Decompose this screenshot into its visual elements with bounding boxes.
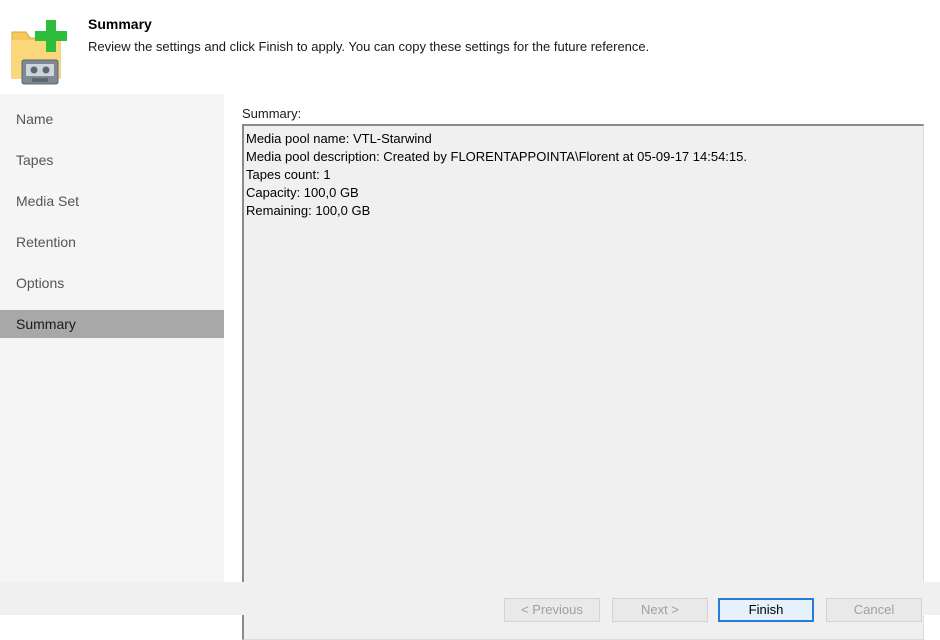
summary-line-tapes-count: Tapes count: 1 — [246, 167, 331, 182]
summary-textbox[interactable]: Media pool name: VTL-Starwind Media pool… — [242, 124, 924, 640]
cancel-button[interactable]: Cancel — [826, 598, 922, 622]
previous-button[interactable]: < Previous — [504, 598, 600, 622]
wizard-header: Summary Review the settings and click Fi… — [0, 0, 940, 94]
finish-button[interactable]: Finish — [718, 598, 814, 622]
summary-line-remaining: Remaining: 100,0 GB — [246, 203, 371, 218]
summary-panel: Summary: Media pool name: VTL-Starwind M… — [224, 94, 940, 640]
summary-label: Summary: — [242, 106, 302, 121]
next-button[interactable]: Next > — [612, 598, 708, 622]
sidebar-item-tapes[interactable]: Tapes — [0, 146, 224, 174]
media-pool-add-icon — [11, 20, 67, 85]
page-title: Summary — [88, 16, 152, 32]
page-description: Review the settings and click Finish to … — [88, 39, 650, 54]
summary-line-capacity: Capacity: 100,0 GB — [246, 185, 359, 200]
sidebar-item-options[interactable]: Options — [0, 269, 224, 297]
sidebar-item-retention[interactable]: Retention — [0, 228, 224, 256]
wizard-footer: < Previous Next > Finish Cancel — [0, 582, 940, 622]
wizard-steps-sidebar: Name Tapes Media Set Retention Options S… — [0, 94, 224, 582]
sidebar-item-summary[interactable]: Summary — [0, 310, 224, 338]
summary-line-pool-description: Media pool description: Created by FLORE… — [246, 149, 747, 164]
summary-line-pool-name: Media pool name: VTL-Starwind — [246, 131, 432, 146]
sidebar-item-name[interactable]: Name — [0, 105, 224, 133]
sidebar-item-media-set[interactable]: Media Set — [0, 187, 224, 215]
